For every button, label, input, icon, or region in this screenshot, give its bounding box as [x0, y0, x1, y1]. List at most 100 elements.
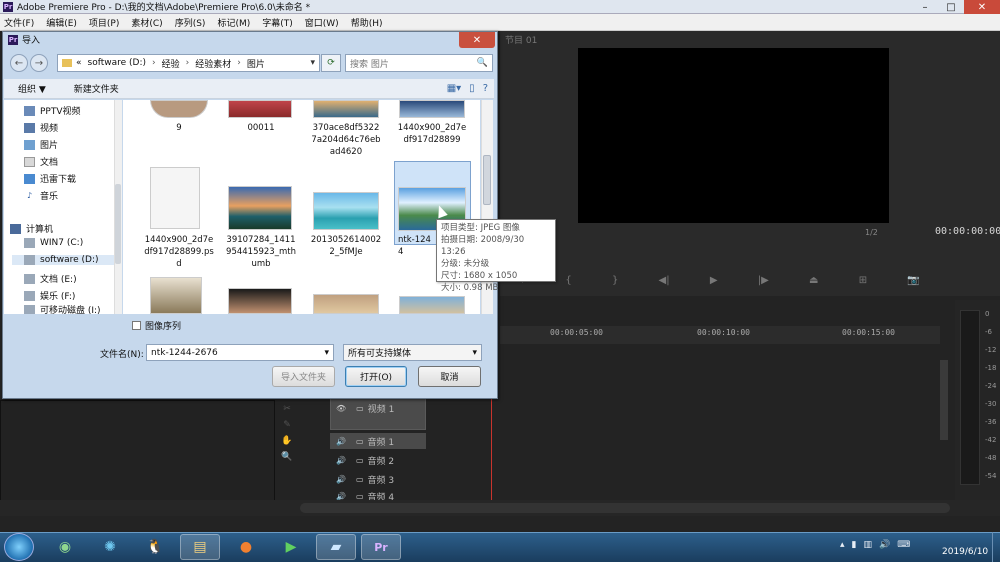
tray-expand-icon[interactable]: ▴ — [840, 540, 845, 550]
network-icon[interactable]: ▥ — [863, 540, 872, 550]
help-icon[interactable]: ? — [483, 83, 488, 94]
menu-marker[interactable]: 标记(M) — [217, 16, 250, 29]
nav-item-downloads[interactable]: 迅雷下载 — [24, 172, 76, 185]
image-sequence-checkbox[interactable]: 图像序列 — [132, 319, 181, 332]
file-name[interactable]: 370ace8df5322 7a204d64c76eb ad4620 — [306, 122, 386, 158]
file-thumbnail[interactable] — [150, 100, 208, 118]
nav-scroll-thumb[interactable] — [115, 184, 121, 264]
ie-icon[interactable]: ◉ — [45, 534, 85, 560]
track-audio-2[interactable]: 🔊 ▭ 音频 2 — [330, 452, 426, 468]
nav-item-computer[interactable]: 计算机 — [10, 222, 53, 235]
nav-item-drive-e[interactable]: 文档 (E:) — [24, 272, 77, 285]
media-icon[interactable]: ▶ — [271, 534, 311, 560]
firefox-icon[interactable]: ● — [226, 534, 266, 560]
address-prefix[interactable]: « — [76, 58, 82, 68]
extract-icon[interactable]: ⊞ — [859, 275, 867, 286]
open-button[interactable]: 打开(O) — [345, 366, 407, 387]
nav-item-drive-f[interactable]: 娱乐 (F:) — [24, 289, 75, 302]
zoom-fraction[interactable]: 1/2 — [865, 228, 878, 237]
view-options-icon[interactable]: ▦▾ — [447, 83, 461, 94]
app-icon[interactable]: ▰ — [316, 534, 356, 560]
file-thumbnail[interactable] — [228, 186, 292, 230]
track-audio-3[interactable]: 🔊 ▭ 音频 3 — [330, 471, 426, 487]
nav-item-pptv[interactable]: PPTV视频 — [24, 104, 81, 117]
qq-icon[interactable]: 🐧 — [135, 534, 175, 560]
back-arrow-icon[interactable]: ← — [10, 54, 28, 72]
timeline-vertical-scrollbar[interactable] — [940, 360, 948, 440]
file-thumbnail[interactable] — [150, 277, 202, 314]
nav-item-drive-d[interactable]: software (D:) — [12, 255, 114, 265]
cancel-button[interactable]: 取消 — [418, 366, 481, 387]
step-forward-icon[interactable]: |▶ — [758, 275, 769, 286]
timeline-horizontal-scrollbar[interactable] — [300, 503, 950, 513]
menu-sequence[interactable]: 序列(S) — [175, 16, 206, 29]
menu-title[interactable]: 字幕(T) — [262, 16, 293, 29]
nav-item-documents[interactable]: 文档 — [24, 155, 58, 168]
file-thumbnail[interactable] — [228, 100, 292, 118]
step-back-icon[interactable]: ◀| — [659, 275, 670, 286]
go-in-icon[interactable]: } — [612, 275, 618, 286]
file-name[interactable]: 9 — [139, 122, 219, 134]
eye-icon[interactable]: 👁 — [336, 404, 346, 413]
speaker-icon[interactable]: 🔊 — [336, 475, 346, 484]
chevron-right-icon[interactable]: › — [237, 58, 241, 68]
breadcrumb-segment[interactable]: 经验 — [162, 57, 180, 70]
razor-tool-icon[interactable]: ✂ — [283, 404, 291, 414]
file-name[interactable]: 1440x900_2d7e df917d28899.ps d — [136, 234, 222, 270]
file-thumbnail[interactable] — [228, 288, 292, 314]
play-icon[interactable]: ▶ — [710, 275, 718, 286]
speaker-icon[interactable]: 🔊 — [336, 437, 346, 446]
refresh-button[interactable]: ⟳ — [321, 54, 341, 72]
file-thumbnail[interactable] — [399, 296, 465, 314]
explorer-icon[interactable]: ▤ — [180, 534, 220, 560]
file-name[interactable]: 2013052614002 2_5fMJe — [306, 234, 386, 258]
chevron-down-icon[interactable]: ▾ — [472, 348, 477, 358]
volume-icon[interactable]: 🔊 — [879, 540, 890, 550]
menu-help[interactable]: 帮助(H) — [351, 16, 383, 29]
menu-window[interactable]: 窗口(W) — [305, 16, 339, 29]
lift-icon[interactable]: ⏏ — [809, 275, 818, 286]
nav-item-music[interactable]: ♪ 音乐 — [24, 189, 58, 202]
import-folder-button[interactable]: 导入文件夹 — [272, 366, 335, 387]
breadcrumb-segment[interactable]: 经验素材 — [195, 57, 231, 70]
organize-menu[interactable]: 组织 ▼ — [18, 82, 46, 95]
track-video-1[interactable]: 👁 ▭ 视频 1 — [330, 400, 426, 416]
nav-item-video[interactable]: 视频 — [24, 121, 58, 134]
forward-arrow-icon[interactable]: → — [30, 54, 48, 72]
show-desktop-button[interactable] — [992, 532, 1000, 562]
export-frame-icon[interactable]: 📷 — [907, 275, 919, 286]
minimize-button[interactable]: – — [912, 0, 938, 14]
search-input[interactable]: 搜索 图片 🔍 — [345, 54, 493, 72]
zoom-tool-icon[interactable]: 🔍 — [281, 452, 292, 462]
filetype-select[interactable]: 所有可支持媒体 ▾ — [343, 344, 482, 361]
chevron-down-icon[interactable]: ▾ — [310, 58, 315, 68]
dialog-close-button[interactable]: ✕ — [459, 32, 495, 48]
clock-date[interactable]: 2019/6/10 — [942, 547, 988, 557]
chevron-right-icon[interactable]: › — [186, 58, 190, 68]
file-scroll-thumb[interactable] — [483, 155, 491, 205]
start-button[interactable] — [4, 533, 34, 561]
input-method-icon[interactable]: ⌨ — [897, 540, 910, 550]
close-button[interactable]: ✕ — [964, 0, 1000, 14]
search-icon[interactable]: 🔍 — [477, 58, 488, 68]
chevron-right-icon[interactable]: › — [152, 58, 156, 68]
pen-tool-icon[interactable]: ✎ — [283, 420, 291, 430]
premiere-icon[interactable]: Pr — [361, 534, 401, 560]
psd-file-icon[interactable] — [150, 167, 200, 229]
breadcrumb-segment[interactable]: software (D:) — [88, 58, 147, 68]
new-folder-button[interactable]: 新建文件夹 — [74, 82, 119, 95]
nav-item-pictures[interactable]: 图片 — [24, 138, 58, 151]
mark-out-icon[interactable]: { — [565, 275, 571, 286]
program-monitor-tab[interactable]: 节目 01 — [505, 33, 537, 46]
menu-project[interactable]: 项目(P) — [89, 16, 119, 29]
menu-file[interactable]: 文件(F) — [4, 16, 34, 29]
file-thumbnail[interactable] — [399, 100, 465, 118]
file-name[interactable]: ntk-1244 — [398, 234, 436, 258]
maximize-button[interactable]: □ — [938, 0, 964, 14]
preview-pane-icon[interactable]: ▯ — [469, 83, 475, 94]
address-bar[interactable]: « software (D:) › 经验 › 经验素材 › 图片 ▾ — [57, 54, 320, 72]
checkbox-icon[interactable] — [132, 321, 141, 330]
nav-item-drive-c[interactable]: WIN7 (C:) — [24, 238, 83, 248]
chevron-down-icon[interactable]: ▾ — [324, 348, 329, 358]
file-thumbnail[interactable] — [313, 294, 379, 314]
